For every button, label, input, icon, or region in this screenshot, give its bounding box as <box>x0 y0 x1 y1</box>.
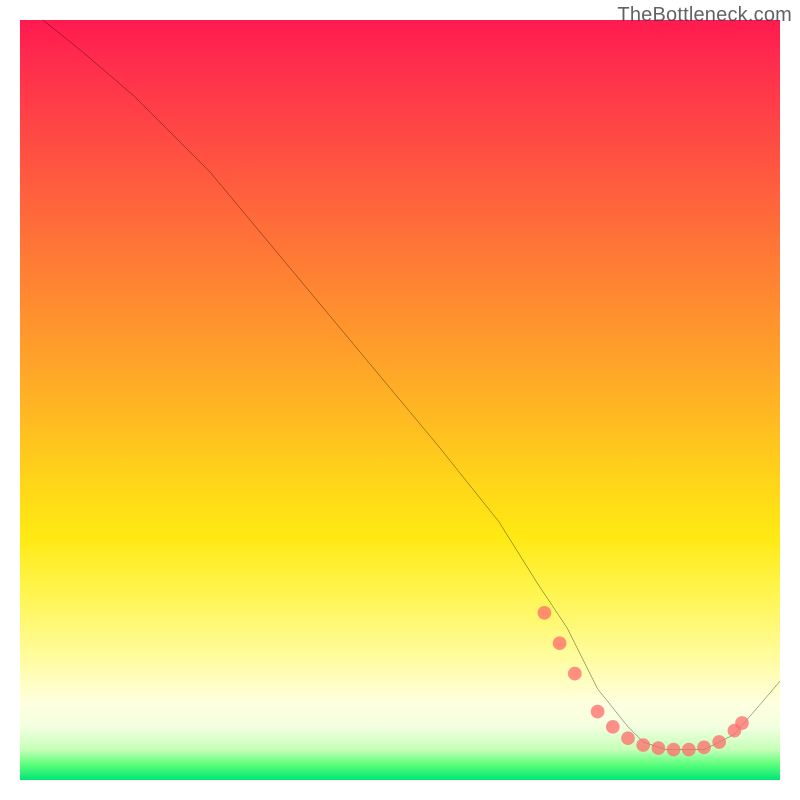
gradient-background <box>20 20 780 780</box>
watermark-label: TheBottleneck.com <box>617 4 792 27</box>
